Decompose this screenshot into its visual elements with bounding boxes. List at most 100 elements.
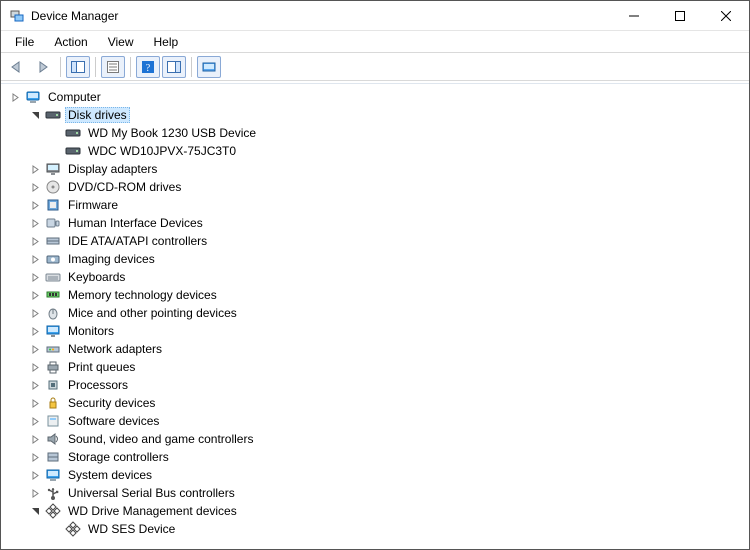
usb-icon: [45, 485, 61, 501]
printer-icon: [45, 359, 61, 375]
network-icon: [45, 341, 61, 357]
tree-item-label: Sound, video and game controllers: [65, 431, 256, 447]
toolbar-separator: [191, 57, 192, 77]
tree-item-label: Monitors: [65, 323, 117, 339]
tree-item[interactable]: Storage controllers: [1, 448, 749, 466]
disk-icon: [45, 107, 61, 123]
tree-item[interactable]: Keyboards: [1, 268, 749, 286]
toolbar-scan-button[interactable]: [197, 56, 221, 78]
menu-file[interactable]: File: [5, 33, 44, 51]
expand-arrow-closed-icon[interactable]: [29, 271, 41, 283]
tree-item[interactable]: IDE ATA/ATAPI controllers: [1, 232, 749, 250]
storage-icon: [45, 449, 61, 465]
tree-item[interactable]: Disk drives: [1, 106, 749, 124]
window-title: Device Manager: [31, 9, 118, 23]
expand-arrow-closed-icon[interactable]: [29, 361, 41, 373]
svg-text:?: ?: [146, 63, 151, 74]
window-controls: [611, 1, 749, 30]
tree-item-label: System devices: [65, 467, 155, 483]
expand-arrow-open-icon[interactable]: [29, 109, 41, 121]
tree-item-label: Display adapters: [65, 161, 160, 177]
tree-item[interactable]: WD Drive Management devices: [1, 502, 749, 520]
toolbar-properties-button[interactable]: [101, 56, 125, 78]
tree-item[interactable]: Network adapters: [1, 340, 749, 358]
expand-arrow-open-icon[interactable]: [29, 505, 41, 517]
expand-arrow-closed-icon[interactable]: [29, 379, 41, 391]
toolbar: ?: [1, 53, 749, 81]
device-tree-pane[interactable]: ComputerDisk drives WD My Book 1230 USB D…: [1, 83, 749, 549]
tree-item[interactable]: DVD/CD-ROM drives: [1, 178, 749, 196]
tree-item-label: WD SES Device: [85, 521, 178, 537]
expand-arrow-closed-icon[interactable]: [29, 199, 41, 211]
tree-item[interactable]: Universal Serial Bus controllers: [1, 484, 749, 502]
ide-icon: [45, 233, 61, 249]
toolbar-back-button[interactable]: [5, 56, 29, 78]
tree-item[interactable]: Software devices: [1, 412, 749, 430]
expand-arrow-closed-icon[interactable]: [29, 289, 41, 301]
tree-item[interactable]: Mice and other pointing devices: [1, 304, 749, 322]
optical-icon: [45, 179, 61, 195]
title-bar: Device Manager: [1, 1, 749, 31]
menu-view[interactable]: View: [98, 33, 144, 51]
tree-item[interactable]: Human Interface Devices: [1, 214, 749, 232]
tree-item-label: Security devices: [65, 395, 158, 411]
expand-arrow-closed-icon[interactable]: [9, 91, 21, 103]
security-icon: [45, 395, 61, 411]
minimize-button[interactable]: [611, 1, 657, 31]
expand-arrow-closed-icon[interactable]: [29, 307, 41, 319]
menu-help[interactable]: Help: [144, 33, 189, 51]
tree-item[interactable]: Imaging devices: [1, 250, 749, 268]
tree-item-label: Network adapters: [65, 341, 165, 357]
toolbar-action-pane-button[interactable]: [162, 56, 186, 78]
tree-item-label: Memory technology devices: [65, 287, 220, 303]
tree-item-label: WD Drive Management devices: [65, 503, 240, 519]
expand-arrow-closed-icon[interactable]: [29, 343, 41, 355]
expand-arrow-closed-icon[interactable]: [29, 217, 41, 229]
tree-item[interactable]: System devices: [1, 466, 749, 484]
wd-icon: [45, 503, 61, 519]
menu-bar: File Action View Help: [1, 31, 749, 53]
expand-arrow-closed-icon[interactable]: [29, 253, 41, 265]
expand-arrow-closed-icon[interactable]: [29, 415, 41, 427]
tree-item-label: Processors: [65, 377, 131, 393]
tree-item[interactable]: Processors: [1, 376, 749, 394]
tree-item[interactable]: WD My Book 1230 USB Device: [1, 124, 749, 142]
expand-arrow-closed-icon[interactable]: [29, 433, 41, 445]
tree-item-label: Software devices: [65, 413, 162, 429]
tree-item[interactable]: Print queues: [1, 358, 749, 376]
expand-arrow-closed-icon[interactable]: [29, 469, 41, 481]
expand-arrow-closed-icon[interactable]: [29, 451, 41, 463]
toolbar-help-button[interactable]: ?: [136, 56, 160, 78]
imaging-icon: [45, 251, 61, 267]
expand-arrow-closed-icon[interactable]: [29, 181, 41, 193]
expand-arrow-closed-icon[interactable]: [29, 235, 41, 247]
menu-action[interactable]: Action: [44, 33, 97, 51]
tree-item-label: WD My Book 1230 USB Device: [85, 125, 259, 141]
expand-arrow-closed-icon[interactable]: [29, 163, 41, 175]
toolbar-console-tree-button[interactable]: [66, 56, 90, 78]
tree-item-label: Storage controllers: [65, 449, 172, 465]
tree-item[interactable]: Security devices: [1, 394, 749, 412]
tree-item[interactable]: WDC WD10JPVX-75JC3T0: [1, 142, 749, 160]
tree-item[interactable]: WD SES Device: [1, 520, 749, 538]
expand-arrow-closed-icon[interactable]: [29, 325, 41, 337]
tree-item-label: Keyboards: [65, 269, 128, 285]
tree-item-label: WDC WD10JPVX-75JC3T0: [85, 143, 239, 159]
tree-item[interactable]: Computer: [1, 88, 749, 106]
tree-item[interactable]: Sound, video and game controllers: [1, 430, 749, 448]
tree-item-label: IDE ATA/ATAPI controllers: [65, 233, 210, 249]
tree-item-label: Imaging devices: [65, 251, 158, 267]
tree-item[interactable]: Memory technology devices: [1, 286, 749, 304]
memory-icon: [45, 287, 61, 303]
expand-arrow-closed-icon[interactable]: [29, 487, 41, 499]
toolbar-forward-button[interactable]: [31, 56, 55, 78]
expand-arrow-closed-icon[interactable]: [29, 397, 41, 409]
maximize-button[interactable]: [657, 1, 703, 31]
tree-item[interactable]: Monitors: [1, 322, 749, 340]
display-icon: [45, 161, 61, 177]
close-button[interactable]: [703, 1, 749, 31]
tree-item[interactable]: Display adapters: [1, 160, 749, 178]
disk-icon: [65, 125, 81, 141]
tree-item[interactable]: Firmware: [1, 196, 749, 214]
tree-item-label: Disk drives: [65, 107, 130, 123]
